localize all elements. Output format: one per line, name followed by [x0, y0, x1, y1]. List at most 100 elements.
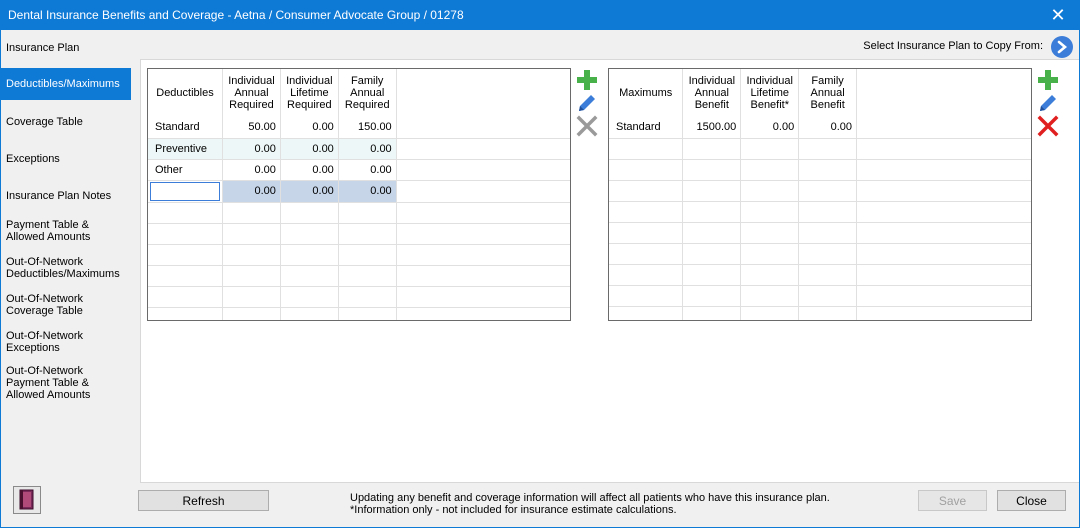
sidebar-item-exceptions[interactable]: Exceptions — [1, 149, 131, 169]
empty-row — [609, 159, 1031, 181]
empty-row — [609, 243, 1031, 265]
book-icon-graphic — [19, 489, 34, 510]
sidebar-item-oon-exceptions[interactable]: Out-Of-Network Exceptions — [1, 329, 131, 355]
plus-icon[interactable] — [1036, 68, 1060, 92]
deductibles-table: Deductibles Individual Annual Required I… — [148, 69, 570, 320]
empty-header — [857, 69, 1031, 117]
empty-row — [609, 222, 1031, 244]
sidebar-item-insurance-plan-notes[interactable]: Insurance Plan Notes — [1, 186, 131, 206]
empty-row — [609, 264, 1031, 286]
empty-cell — [856, 117, 1031, 139]
empty-cell — [396, 138, 570, 160]
empty-cell — [396, 180, 570, 203]
cell-value[interactable]: 0.00 — [222, 159, 281, 181]
cell-value[interactable]: 50.00 — [222, 117, 281, 139]
empty-row — [148, 307, 570, 320]
cell-value[interactable]: 0.00 — [338, 138, 397, 160]
sidebar-item-label: Insurance Plan Notes — [6, 190, 112, 202]
save-button[interactable]: Save — [918, 490, 987, 511]
book-icon[interactable] — [13, 486, 41, 514]
empty-header — [396, 69, 570, 117]
column-header[interactable]: Family Annual Benefit — [798, 69, 858, 117]
delete-x-icon[interactable] — [1036, 114, 1060, 138]
empty-cell — [396, 159, 570, 181]
row-label[interactable]: Other — [148, 159, 223, 181]
table-row[interactable]: Standard 1500.00 0.00 0.00 — [609, 117, 1031, 139]
sidebar-item-payment-table[interactable]: Payment Table & Allowed Amounts — [1, 218, 131, 244]
sidebar-item-label: Deductibles/Maximums — [6, 78, 120, 90]
empty-row — [609, 306, 1031, 320]
cell-value[interactable]: 0.00 — [338, 159, 397, 181]
cell-value[interactable]: 0.00 — [280, 138, 339, 160]
column-header[interactable]: Family Annual Required — [338, 69, 397, 117]
sidebar-item-label: Out-Of-Network Deductibles/Maximums — [6, 256, 120, 280]
sidebar-item-coverage-table[interactable]: Coverage Table — [1, 112, 131, 132]
row-label[interactable]: Standard — [609, 117, 684, 139]
window-title: Dental Insurance Benefits and Coverage -… — [8, 8, 464, 22]
table-row[interactable]: Other 0.00 0.00 0.00 — [148, 159, 570, 181]
cell-value[interactable]: 0.00 — [222, 180, 281, 203]
sidebar-item-insurance-plan[interactable]: Insurance Plan — [1, 38, 131, 58]
cell-value[interactable]: 0.00 — [222, 138, 281, 160]
empty-row — [148, 202, 570, 224]
sidebar-item-oon-deductibles[interactable]: Out-Of-Network Deductibles/Maximums — [1, 255, 131, 281]
cell-value[interactable]: 0.00 — [280, 180, 339, 203]
cell-value[interactable]: 0.00 — [338, 180, 397, 203]
title-bar: Dental Insurance Benefits and Coverage -… — [0, 0, 1080, 30]
empty-row — [148, 244, 570, 266]
sidebar-item-label: Coverage Table — [6, 116, 83, 128]
empty-row — [609, 138, 1031, 160]
sidebar-item-oon-payment-table[interactable]: Out-Of-Network Payment Table & Allowed A… — [1, 364, 131, 402]
empty-row — [609, 201, 1031, 223]
empty-row — [148, 265, 570, 287]
row-label[interactable]: Preventive — [148, 138, 223, 160]
column-header[interactable]: Individual Lifetime Benefit* — [740, 69, 800, 117]
maximums-grid: Maximums Individual Annual Benefit Indiv… — [608, 68, 1032, 321]
empty-row — [609, 180, 1031, 202]
update-warning-note: Updating any benefit and coverage inform… — [350, 492, 830, 516]
cell-value[interactable]: 0.00 — [280, 117, 339, 139]
column-header[interactable]: Maximums — [609, 69, 684, 117]
empty-row — [148, 223, 570, 245]
plus-icon[interactable] — [575, 68, 599, 92]
sidebar-item-label: Out-Of-Network Payment Table & Allowed A… — [6, 365, 91, 401]
new-row-label-cell[interactable] — [148, 180, 223, 203]
cell-value[interactable]: 0.00 — [740, 117, 800, 139]
deductibles-grid: Deductibles Individual Annual Required I… — [147, 68, 571, 321]
note-line-2: *Information only - not included for ins… — [350, 504, 677, 516]
sidebar-item-label: Exceptions — [6, 153, 60, 165]
empty-cell — [396, 117, 570, 139]
sidebar-item-deductibles-maximums[interactable]: Deductibles/Maximums — [1, 68, 131, 100]
empty-row — [148, 286, 570, 308]
new-deductible-name-input[interactable] — [150, 181, 220, 201]
cell-value[interactable]: 150.00 — [338, 117, 397, 139]
empty-row — [609, 285, 1031, 307]
main-area: Select Insurance Plan to Copy From: Dedu… — [131, 30, 1079, 527]
close-button[interactable]: Close — [997, 490, 1066, 511]
note-line-1: Updating any benefit and coverage inform… — [350, 492, 830, 504]
sidebar-item-label: Payment Table & Allowed Amounts — [6, 219, 91, 243]
pencil-icon[interactable] — [1036, 91, 1060, 115]
refresh-button[interactable]: Refresh — [138, 490, 269, 511]
pencil-icon[interactable] — [575, 91, 599, 115]
column-header[interactable]: Deductibles — [148, 69, 223, 117]
maximums-table: Maximums Individual Annual Benefit Indiv… — [609, 69, 1031, 320]
cell-value[interactable]: 1500.00 — [682, 117, 742, 139]
column-header[interactable]: Individual Lifetime Required — [280, 69, 339, 117]
new-row[interactable]: 0.00 0.00 0.00 — [148, 180, 570, 203]
row-label[interactable]: Standard — [148, 117, 223, 139]
cell-value[interactable]: 0.00 — [798, 117, 858, 139]
sidebar: Insurance Plan Deductibles/Maximums Cove… — [1, 30, 131, 527]
table-row[interactable]: Standard 50.00 0.00 150.00 — [148, 117, 570, 139]
delete-x-icon[interactable] — [575, 114, 599, 138]
sidebar-item-oon-coverage-table[interactable]: Out-Of-Network Coverage Table — [1, 292, 131, 318]
sidebar-item-label: Out-Of-Network Exceptions — [6, 330, 84, 354]
column-header[interactable]: Individual Annual Benefit — [682, 69, 742, 117]
close-window-icon[interactable]: ✕ — [1036, 0, 1080, 30]
sidebar-item-label: Insurance Plan — [6, 42, 80, 54]
arrow-right-circle-icon[interactable] — [1051, 36, 1073, 58]
cell-value[interactable]: 0.00 — [280, 159, 339, 181]
sidebar-item-label: Out-Of-Network Coverage Table — [6, 293, 84, 317]
table-row[interactable]: Preventive 0.00 0.00 0.00 — [148, 138, 570, 160]
column-header[interactable]: Individual Annual Required — [222, 69, 281, 117]
